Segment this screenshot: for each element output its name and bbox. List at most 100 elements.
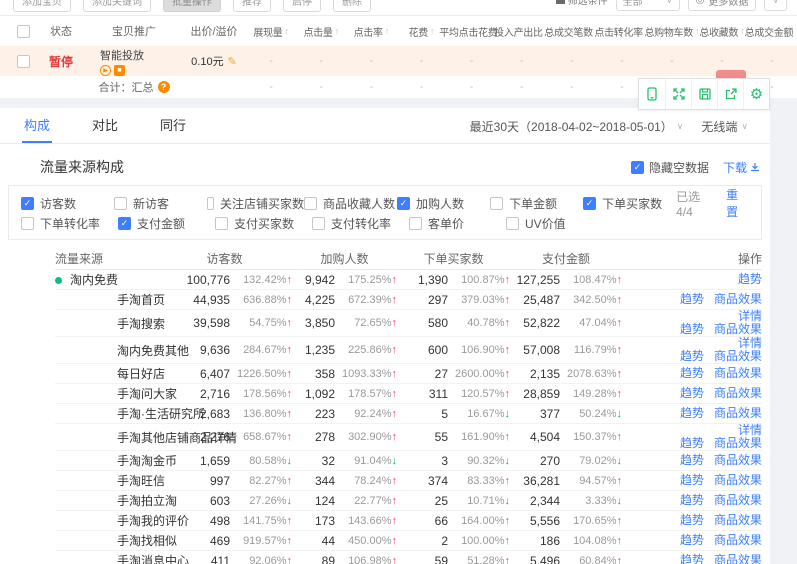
metric-checkbox-item[interactable]: 下单转化率	[21, 215, 118, 232]
toolbar-button[interactable]: 删除	[333, 0, 371, 12]
share-icon[interactable]	[717, 79, 743, 109]
toolbar-button[interactable]: 添加宝贝	[13, 0, 71, 12]
product-effect-link[interactable]: 商品效果	[714, 494, 762, 507]
metric-checkbox-item[interactable]: ✓支付金额	[118, 215, 215, 232]
sort-arrow-icon[interactable]: ↑	[285, 26, 289, 36]
trend-link[interactable]: 趋势	[680, 350, 704, 363]
metric-checkbox-item[interactable]: 关注店铺买家数	[207, 195, 304, 212]
metric-checkbox[interactable]	[506, 217, 519, 230]
toolbar-button[interactable]: 添加关键词	[83, 0, 151, 12]
sort-arrow-icon[interactable]: ↑	[385, 26, 389, 36]
product-effect-link[interactable]: 商品效果	[714, 293, 762, 306]
product-effect-link[interactable]: 商品效果	[714, 437, 762, 450]
sort-arrow-icon[interactable]: ↑	[430, 26, 434, 36]
campaign-column-header[interactable]: 展现量↑	[246, 24, 296, 39]
metric-checkbox[interactable]	[409, 217, 422, 230]
metric-checkbox-item[interactable]: 新访客	[114, 195, 207, 212]
filter-select[interactable]: 全部 ∨	[616, 0, 680, 11]
metric-checkbox[interactable]: ✓	[583, 197, 596, 210]
trend-link[interactable]: 趋势	[680, 387, 704, 400]
trend-link[interactable]: 趋势	[680, 554, 704, 564]
mobile-icon[interactable]	[639, 79, 665, 109]
campaign-column-header[interactable]: 投入产出比↑	[496, 24, 546, 39]
metric-checkbox-item[interactable]: ✓加购人数	[397, 195, 490, 212]
product-effect-link[interactable]: 商品效果	[714, 350, 762, 363]
metric-checkbox[interactable]: ✓	[397, 197, 410, 210]
download-link[interactable]: 下载	[723, 159, 760, 176]
metric-column-header[interactable]: 访客数	[157, 250, 292, 267]
metric-checkbox[interactable]	[215, 217, 228, 230]
product-effect-link[interactable]: 商品效果	[714, 534, 762, 547]
metric-checkbox[interactable]	[304, 197, 317, 210]
question-icon[interactable]: ?	[158, 81, 170, 93]
metric-column-header[interactable]: 加购人数	[292, 250, 397, 267]
campaign-column-header[interactable]: 总成交笔数↑	[547, 24, 597, 39]
trend-link[interactable]: 趋势	[680, 367, 704, 380]
product-effect-link[interactable]: 商品效果	[714, 367, 762, 380]
campaign-column-header[interactable]: 总成交金额↑	[747, 24, 797, 39]
date-range-selector[interactable]: 最近30天（2018-04-02~2018-05-01） ∨	[470, 118, 684, 135]
metric-checkbox-item[interactable]: 客单价	[409, 215, 506, 232]
metric-checkbox[interactable]	[490, 197, 503, 210]
metric-checkbox[interactable]	[21, 217, 34, 230]
metric-checkbox[interactable]: ✓	[118, 217, 131, 230]
trend-link[interactable]: 趋势	[680, 323, 704, 336]
product-effect-link[interactable]: 商品效果	[714, 323, 762, 336]
trend-link[interactable]: 趋势	[680, 407, 704, 420]
trend-link[interactable]: 趋势	[680, 293, 704, 306]
product-effect-link[interactable]: 商品效果	[714, 387, 762, 400]
product-effect-link[interactable]: 商品效果	[714, 454, 762, 467]
settings-icon[interactable]: ⚙	[743, 79, 769, 109]
sort-arrow-icon[interactable]: ↑	[335, 26, 339, 36]
select-all-checkbox[interactable]	[17, 25, 30, 38]
metric-checkbox-item[interactable]: ✓访客数	[21, 195, 114, 212]
filter-condition-label[interactable]: 筛选条件	[556, 0, 608, 11]
trend-link[interactable]: 趋势	[680, 534, 704, 547]
campaign-column-header[interactable]: 点击率↑	[346, 24, 396, 39]
play-circle-icon[interactable]: ▶	[100, 65, 111, 76]
metric-checkbox-item[interactable]: 商品收藏人数	[304, 195, 397, 212]
metric-checkbox[interactable]	[207, 197, 214, 210]
metric-checkbox[interactable]: ✓	[21, 197, 34, 210]
metric-checkbox-item[interactable]: 支付买家数	[215, 215, 312, 232]
campaign-column-header[interactable]: 点击转化率↑	[597, 24, 647, 39]
save-icon[interactable]	[691, 79, 717, 109]
product-effect-link[interactable]: 商品效果	[714, 554, 762, 564]
trend-link[interactable]: 趋势	[738, 273, 762, 286]
metric-column-header[interactable]: 下单买家数	[397, 250, 510, 267]
metric-checkbox[interactable]	[312, 217, 325, 230]
collapse-button[interactable]: ∨	[764, 0, 787, 11]
metric-checkbox-item[interactable]: UV价值	[506, 215, 603, 232]
campaign-column-header[interactable]: 总收藏数↑	[697, 24, 747, 39]
metric-checkbox[interactable]	[114, 197, 127, 210]
trend-link[interactable]: 趋势	[680, 514, 704, 527]
trend-link[interactable]: 趋势	[680, 454, 704, 467]
row-checkbox[interactable]	[17, 55, 30, 68]
edit-pencil-icon[interactable]: ✎	[228, 55, 237, 68]
hide-empty-checkbox[interactable]: ✓	[631, 161, 644, 174]
product-effect-link[interactable]: 商品效果	[714, 474, 762, 487]
hide-empty-toggle[interactable]: ✓ 隐藏空数据	[631, 159, 709, 176]
trend-link[interactable]: 趋势	[680, 474, 704, 487]
metric-checkbox-item[interactable]: ✓下单买家数	[583, 195, 676, 212]
tab-对比[interactable]: 对比	[90, 108, 120, 143]
campaign-column-header[interactable]: 总购物车数↑	[647, 24, 697, 39]
toolbar-button[interactable]: 推荐	[233, 0, 271, 12]
product-effect-link[interactable]: 商品效果	[714, 514, 762, 527]
toolbar-button[interactable]: 启停	[283, 0, 321, 12]
tab-同行[interactable]: 同行	[158, 108, 188, 143]
metric-checkbox-item[interactable]: 下单金额	[490, 195, 583, 212]
more-data-button[interactable]: ◎ 更多数据	[688, 0, 757, 11]
product-effect-link[interactable]: 商品效果	[714, 407, 762, 420]
reset-link[interactable]: 重置	[726, 186, 749, 220]
toolbar-button[interactable]: 批量操作	[163, 0, 221, 12]
terminal-selector[interactable]: 无线端 ∨	[701, 118, 748, 135]
metric-column-header[interactable]: 支付金额	[510, 250, 622, 267]
fullscreen-icon[interactable]	[665, 79, 691, 109]
trend-link[interactable]: 趋势	[680, 437, 704, 450]
metric-checkbox-item[interactable]: 支付转化率	[312, 215, 409, 232]
trend-link[interactable]: 趋势	[680, 494, 704, 507]
campaign-column-header[interactable]: 平均点击花费↑	[446, 24, 496, 39]
campaign-column-header[interactable]: 点击量↑	[296, 24, 346, 39]
tab-构成[interactable]: 构成	[22, 108, 52, 143]
